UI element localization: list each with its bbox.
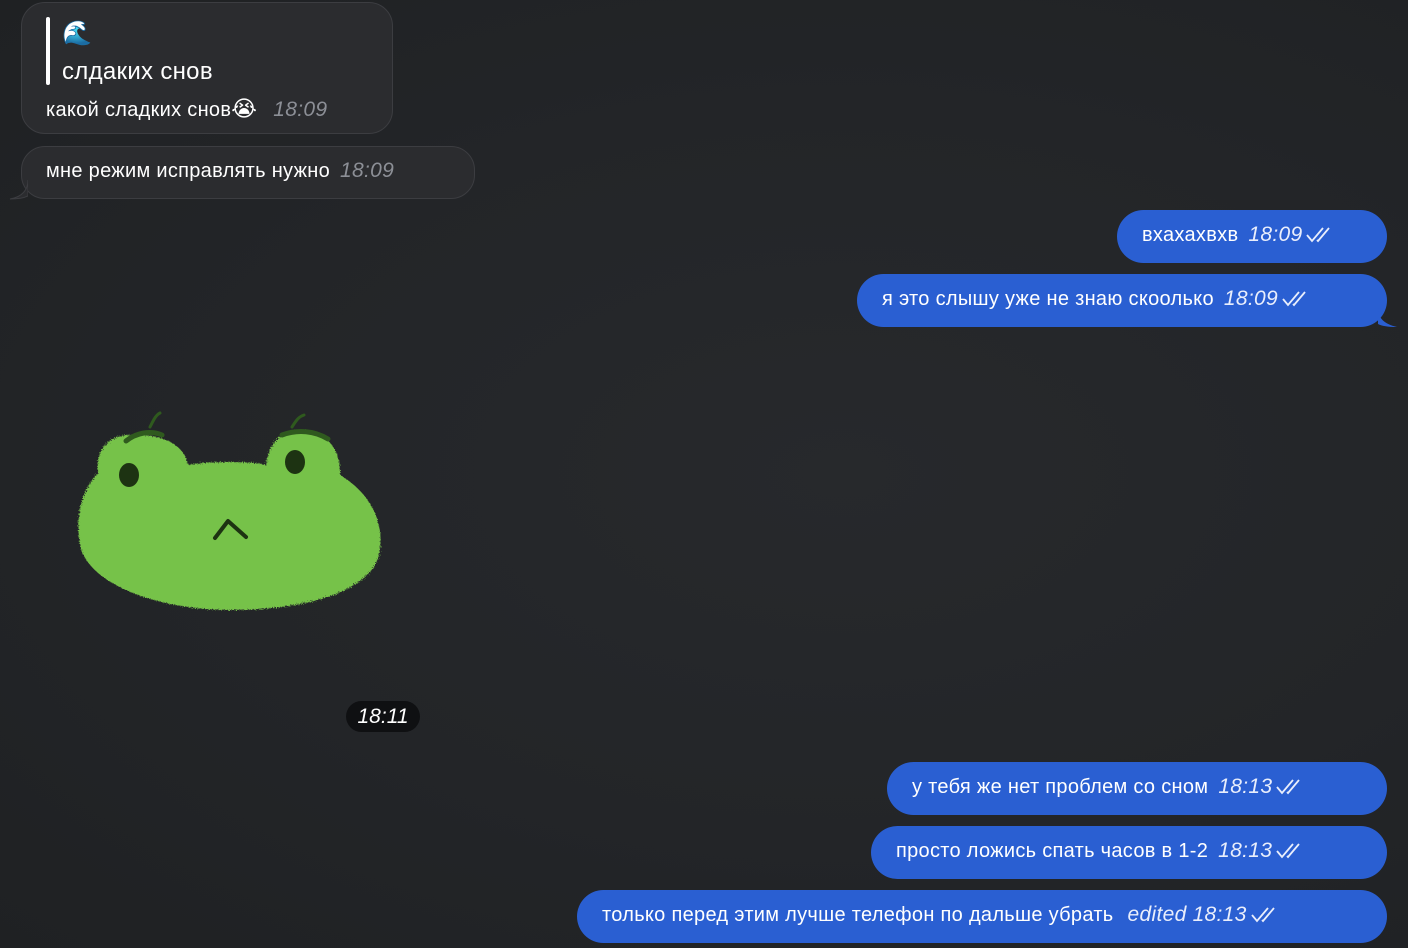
sticker-time-badge: 18:11: [346, 701, 420, 732]
incoming-message[interactable]: мне режим исправлять нужно 18:09: [21, 146, 475, 199]
bubble-tail-icon: [1378, 308, 1397, 327]
double-check-icon: [1306, 227, 1331, 243]
message-text: только перед этим лучше телефон по дальш…: [602, 904, 1114, 926]
chat-area: 🌊 слдаких снов какой сладких снов😭 18:09 …: [0, 0, 1408, 948]
message-text: какой сладких снов: [46, 99, 232, 121]
outgoing-message[interactable]: у тебя же нет проблем со сном 18:13: [887, 762, 1387, 815]
outgoing-message[interactable]: я это слышу уже не знаю скоолько 18:09: [857, 274, 1387, 327]
message-text: просто ложись спать часов в 1-2: [896, 840, 1209, 862]
incoming-message-reply[interactable]: 🌊 слдаких снов какой сладких снов😭 18:09: [21, 2, 393, 134]
double-check-icon: [1250, 907, 1275, 923]
outgoing-message[interactable]: только перед этим лучше телефон по дальш…: [577, 890, 1387, 943]
crying-emoji: 😭: [231, 96, 258, 121]
outgoing-message[interactable]: вхахахвхв 18:09: [1117, 210, 1387, 263]
message-body: какой сладких снов😭 18:09: [46, 96, 327, 122]
double-check-icon: [1276, 779, 1301, 795]
message-time: 18:09: [1223, 287, 1278, 310]
reply-quote-text[interactable]: слдаких снов: [62, 58, 213, 86]
edited-label: edited: [1127, 903, 1187, 926]
message-time: 18:09: [273, 98, 328, 121]
message-time: 18:13: [1218, 775, 1273, 798]
message-time: 18:09: [1248, 223, 1303, 246]
message-text: у тебя же нет проблем со сном: [912, 776, 1209, 798]
message-time: 18:09: [340, 159, 395, 182]
frog-sticker[interactable]: [70, 405, 390, 625]
double-check-icon: [1276, 843, 1300, 859]
bubble-tail-icon: [9, 180, 28, 200]
message-text: мне режим исправлять нужно: [46, 160, 331, 182]
message-text: вхахахвхв: [1142, 224, 1239, 246]
wave-emoji: 🌊: [62, 20, 93, 47]
reply-quote-bar: [46, 17, 50, 85]
message-time: 18:13: [1218, 839, 1273, 862]
double-check-icon: [1282, 291, 1306, 307]
message-text: я это слышу уже не знаю скоолько: [882, 288, 1214, 310]
message-time: 18:13: [1192, 903, 1247, 926]
outgoing-message[interactable]: просто ложись спать часов в 1-2 18:13: [871, 826, 1387, 879]
